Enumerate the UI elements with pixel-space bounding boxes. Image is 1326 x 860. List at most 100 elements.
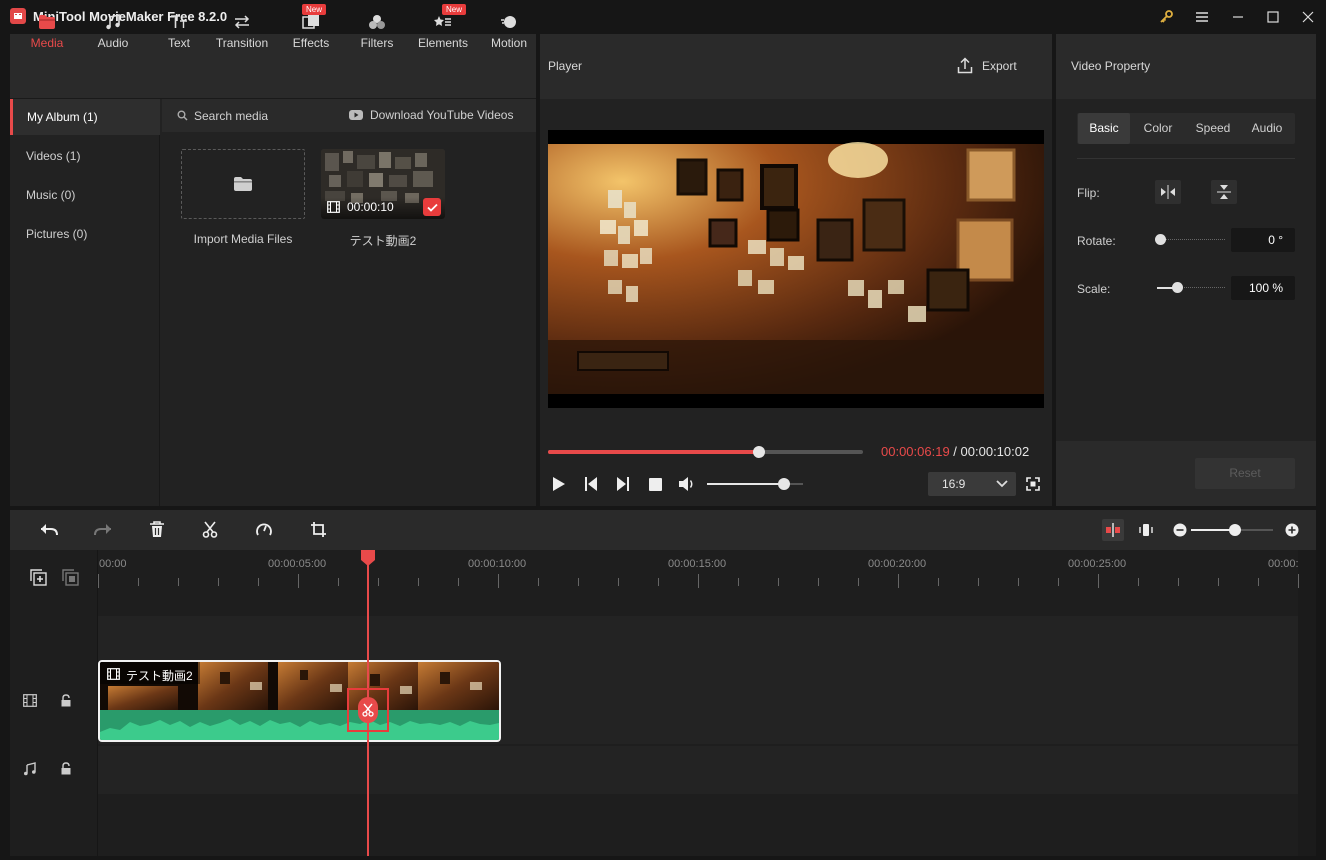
ruler-tick bbox=[1218, 578, 1219, 586]
close-icon[interactable] bbox=[1294, 4, 1322, 30]
ruler-tick bbox=[178, 578, 179, 586]
volume-slider[interactable] bbox=[707, 478, 803, 490]
motion-icon bbox=[498, 12, 520, 32]
new-badge: New bbox=[442, 4, 467, 15]
ruler-label: 00:00:05:00 bbox=[268, 558, 327, 570]
lock-icon[interactable] bbox=[60, 694, 72, 707]
split-scissors-icon[interactable] bbox=[202, 521, 218, 538]
ruler-tick bbox=[258, 578, 259, 586]
delete-icon[interactable] bbox=[149, 521, 165, 538]
play-icon[interactable] bbox=[552, 476, 566, 492]
tab-speed[interactable]: Speed bbox=[1186, 113, 1240, 144]
tab-basic[interactable]: Basic bbox=[1078, 113, 1130, 144]
fullscreen-icon[interactable] bbox=[1026, 477, 1040, 491]
speed-icon[interactable] bbox=[255, 521, 273, 538]
album-item-my-album[interactable]: My Album (1) bbox=[10, 99, 160, 135]
maximize-icon[interactable] bbox=[1259, 4, 1287, 30]
ruler-tick bbox=[1298, 574, 1299, 588]
tool-filters[interactable]: Filters bbox=[344, 0, 410, 65]
timeline-scrollbar[interactable] bbox=[1298, 550, 1316, 856]
tool-elements[interactable]: New Elements bbox=[410, 0, 476, 65]
video-frame-image bbox=[548, 130, 1044, 408]
music-icon bbox=[102, 12, 124, 32]
tool-audio[interactable]: Audio bbox=[80, 0, 146, 65]
ruler-tick bbox=[698, 574, 699, 588]
film-icon bbox=[107, 668, 120, 680]
ruler-tick bbox=[1018, 578, 1019, 586]
fit-timeline-icon[interactable] bbox=[1138, 522, 1154, 538]
redo-icon[interactable] bbox=[94, 522, 112, 538]
ruler-label: 00:00:20:00 bbox=[868, 558, 927, 570]
ruler-tick bbox=[538, 578, 539, 586]
zoom-out-icon[interactable] bbox=[1173, 523, 1187, 537]
checkmark-icon[interactable] bbox=[423, 198, 441, 216]
tab-audio[interactable]: Audio bbox=[1241, 113, 1293, 144]
playback-progress-handle[interactable] bbox=[753, 446, 766, 458]
video-clip[interactable]: テスト動画2 bbox=[98, 660, 501, 742]
add-track-icon[interactable] bbox=[30, 569, 47, 586]
previous-frame-icon[interactable] bbox=[584, 476, 598, 492]
undo-icon[interactable] bbox=[40, 522, 58, 538]
tool-label: Transition bbox=[215, 36, 269, 50]
ruler-tick bbox=[938, 578, 939, 586]
rotate-value-input[interactable]: 0 ° bbox=[1231, 228, 1295, 252]
aspect-ratio-select[interactable]: 16:9 bbox=[928, 472, 1016, 496]
track-manager-icon[interactable] bbox=[62, 569, 79, 586]
audio-waveform bbox=[100, 710, 499, 740]
rotate-slider-handle[interactable] bbox=[1155, 234, 1166, 245]
lock-icon[interactable] bbox=[60, 762, 72, 775]
volume-fill bbox=[707, 483, 784, 485]
album-item-pictures[interactable]: Pictures (0) bbox=[10, 216, 160, 252]
tool-transition[interactable]: Transition bbox=[209, 0, 275, 65]
album-item-videos[interactable]: Videos (1) bbox=[10, 138, 160, 174]
ruler-tick bbox=[658, 578, 659, 586]
timeline-zoom-slider[interactable] bbox=[1191, 524, 1273, 536]
menu-icon[interactable] bbox=[1188, 4, 1216, 30]
volume-handle[interactable] bbox=[777, 478, 790, 490]
rotate-slider[interactable] bbox=[1155, 234, 1225, 245]
clip-title: テスト動画2 bbox=[126, 669, 193, 683]
search-input[interactable]: Search media bbox=[194, 109, 268, 123]
export-button[interactable]: Export bbox=[982, 59, 1017, 73]
tool-label: Text bbox=[167, 36, 190, 50]
stop-icon[interactable] bbox=[649, 478, 662, 491]
playback-progress-track[interactable] bbox=[548, 446, 863, 458]
media-clip-thumbnail[interactable]: 00:00:10 bbox=[321, 149, 445, 219]
tool-media[interactable]: Media bbox=[10, 0, 84, 65]
elements-icon bbox=[432, 12, 454, 32]
ruler-tick bbox=[1258, 578, 1259, 586]
scale-value-input[interactable]: 100 % bbox=[1231, 276, 1295, 300]
flip-horizontal-icon[interactable] bbox=[1155, 180, 1181, 204]
tool-text[interactable]: Text bbox=[146, 0, 212, 65]
tool-label: Elements bbox=[417, 36, 469, 50]
ruler-tick bbox=[378, 578, 379, 586]
ruler-tick bbox=[738, 578, 739, 586]
import-media-button[interactable] bbox=[181, 149, 305, 219]
minimize-icon[interactable] bbox=[1224, 4, 1252, 30]
clip-name: テスト動画2 bbox=[349, 234, 417, 248]
ruler-tick bbox=[458, 578, 459, 586]
scale-slider[interactable] bbox=[1157, 282, 1225, 293]
album-item-music[interactable]: Music (0) bbox=[10, 177, 160, 213]
zoom-slider-handle[interactable] bbox=[1229, 524, 1241, 536]
split-marker-icon[interactable] bbox=[1102, 519, 1124, 541]
crop-icon[interactable] bbox=[310, 521, 327, 538]
ruler-tick bbox=[578, 578, 579, 586]
download-youtube-button[interactable]: Download YouTube Videos bbox=[370, 108, 513, 122]
ruler-tick bbox=[218, 578, 219, 586]
tab-color[interactable]: Color bbox=[1132, 113, 1184, 144]
volume-icon[interactable] bbox=[678, 476, 696, 492]
scale-slider-handle[interactable] bbox=[1172, 282, 1183, 293]
tool-motion[interactable]: Motion bbox=[476, 0, 542, 65]
reset-button[interactable]: Reset bbox=[1195, 458, 1295, 489]
ruler-tick bbox=[1178, 578, 1179, 586]
zoom-in-icon[interactable] bbox=[1285, 523, 1299, 537]
tool-effects[interactable]: New Effects bbox=[278, 0, 344, 65]
tool-label: Media bbox=[30, 36, 64, 50]
key-icon[interactable] bbox=[1152, 4, 1180, 30]
flip-vertical-icon[interactable] bbox=[1211, 180, 1237, 204]
next-frame-icon[interactable] bbox=[616, 476, 630, 492]
scissors-icon[interactable] bbox=[358, 697, 378, 723]
total-time: 00:00:10:02 bbox=[960, 444, 1030, 459]
new-badge: New bbox=[302, 4, 327, 15]
